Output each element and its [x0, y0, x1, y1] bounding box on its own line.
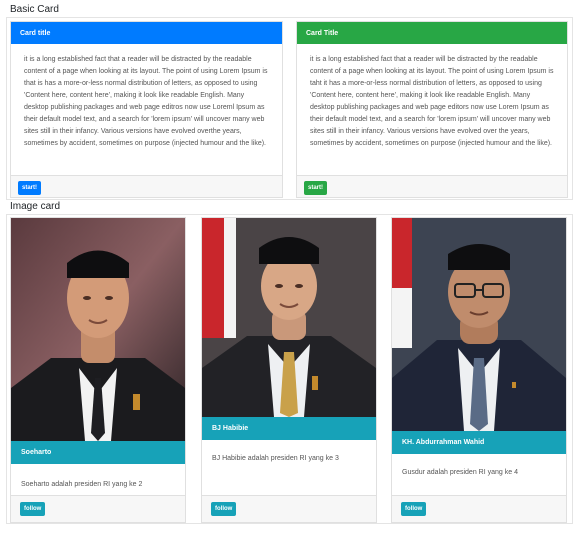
image-card-row: Soeharto Soeharto adalah presiden RI yan… — [6, 214, 573, 524]
start-button[interactable]: start! — [304, 181, 328, 195]
card-body-text: it is a long established fact that a rea… — [11, 44, 282, 175]
card-name: Soeharto — [11, 441, 185, 464]
portrait-photo-icon — [392, 218, 566, 431]
image-card-habibie: BJ Habibie BJ Habibie adalah presiden RI… — [201, 217, 377, 523]
follow-button[interactable]: follow — [20, 502, 46, 516]
basic-card-row: Card title it is a long established fact… — [6, 17, 573, 200]
basic-card-2: Card Title it is a long established fact… — [296, 21, 568, 198]
card-header-title: Card Title — [297, 22, 567, 44]
card-footer: follow — [202, 495, 376, 522]
portrait-photo-icon — [11, 218, 185, 441]
portrait-photo-icon — [202, 218, 376, 417]
card-name: KH. Abdurrahman Wahid — [392, 431, 566, 454]
basic-card-1: Card title it is a long established fact… — [10, 21, 283, 198]
image-card-soeharto: Soeharto Soeharto adalah presiden RI yan… — [10, 217, 186, 523]
basic-card-heading: Basic Card — [10, 4, 59, 15]
card-footer: follow — [11, 495, 185, 522]
card-description: Gusdur adalah presiden RI yang ke 4 — [402, 469, 518, 476]
card-description: BJ Habibie adalah presiden RI yang ke 3 — [212, 455, 339, 462]
image-card-heading: Image card — [10, 201, 61, 212]
follow-button[interactable]: follow — [211, 502, 237, 516]
card-name: BJ Habibie — [202, 417, 376, 440]
follow-button[interactable]: follow — [401, 502, 427, 516]
card-body-text: it is a long established fact that a rea… — [297, 44, 567, 175]
card-header-title: Card title — [11, 22, 282, 44]
card-footer: follow — [392, 495, 566, 522]
image-card-gusdur: KH. Abdurrahman Wahid Gusdur adalah pres… — [391, 217, 567, 523]
card-footer: start! — [11, 175, 282, 200]
card-footer: start! — [297, 175, 567, 200]
start-button[interactable]: start! — [18, 181, 42, 195]
card-description: Soeharto adalah presiden RI yang ke 2 — [21, 481, 143, 488]
